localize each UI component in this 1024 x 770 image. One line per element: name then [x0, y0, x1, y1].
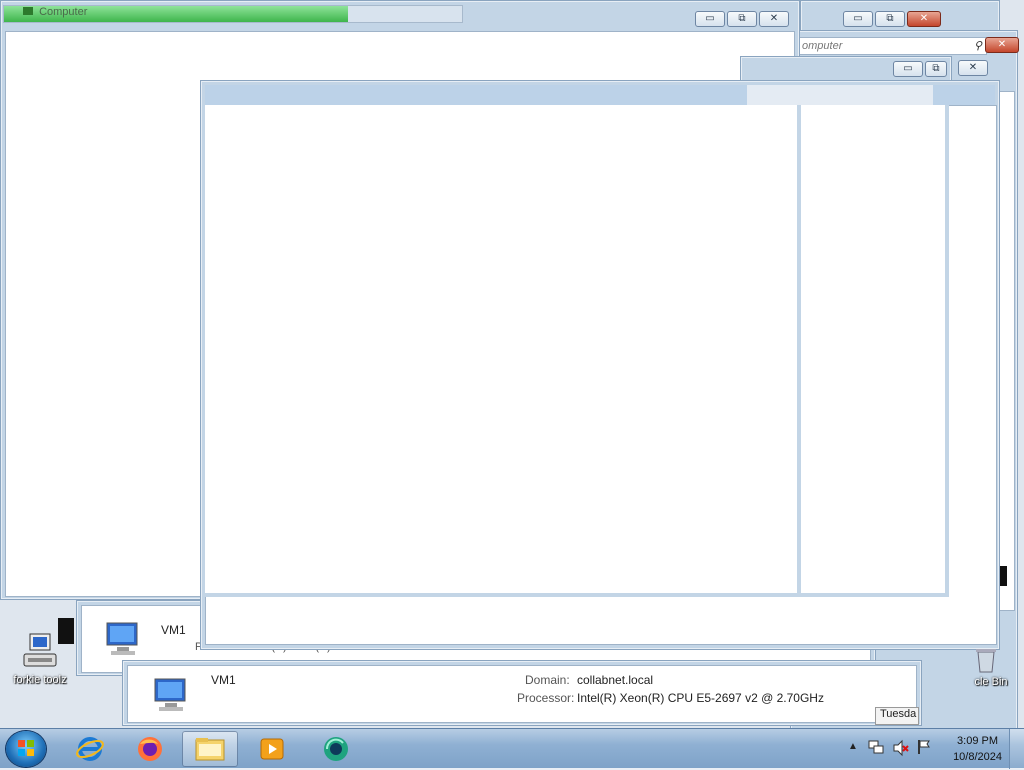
network-icon[interactable]	[868, 739, 884, 755]
black-tile	[58, 618, 74, 644]
window-system-2: VM1 Domain: collabnet.local Processor: I…	[122, 660, 922, 726]
start-button[interactable]	[6, 731, 46, 767]
recycle-bin-icon	[972, 646, 1000, 674]
folder-icon	[195, 738, 225, 761]
taskbar-internet-explorer[interactable]	[62, 731, 118, 767]
minimize-button[interactable]: ▭	[695, 11, 725, 27]
windows-logo-icon	[18, 740, 34, 756]
computer-icon	[103, 621, 143, 657]
date-button[interactable]: Tuesda	[875, 707, 919, 725]
window-controls: ▭ ⧉	[893, 61, 947, 77]
domain-value: collabnet.local	[577, 673, 654, 687]
search-placeholder: omputer	[802, 40, 843, 52]
maximize-button[interactable]: ⧉	[727, 11, 757, 27]
window-front	[200, 80, 1000, 650]
volume-muted-icon[interactable]	[892, 739, 910, 757]
show-desktop-button[interactable]	[1009, 729, 1024, 769]
minimize-button[interactable]: ▭	[843, 11, 873, 27]
internet-explorer-icon	[76, 737, 104, 761]
media-player-icon	[260, 738, 284, 760]
close-button-outer[interactable]: ✕	[958, 60, 992, 76]
close-button[interactable]: ✕	[958, 60, 988, 76]
computer-icon	[151, 677, 191, 713]
minimize-button[interactable]: ▭	[893, 61, 923, 77]
clock[interactable]: 3:09 PM 10/8/2024	[953, 733, 1002, 765]
system-tray: ▲ 3:09 PM 10/8/2024	[824, 729, 1024, 769]
system-item-name: VM1	[161, 623, 186, 637]
close-button[interactable]: ✕	[759, 11, 789, 27]
processor-label: Processor:	[517, 691, 575, 705]
front-right-pane	[801, 105, 949, 597]
clock-time: 3:09 PM	[957, 735, 999, 747]
black-block	[999, 566, 1007, 586]
taskbar-app-sync[interactable]	[308, 731, 364, 767]
front-title-highlight	[747, 85, 933, 105]
search-icon[interactable]: ⚲	[974, 38, 982, 54]
tray-expand-icon[interactable]: ▲	[848, 741, 858, 752]
sync-app-icon	[324, 737, 348, 761]
system-item-name: VM1	[211, 673, 236, 687]
desktop-icon-label: forkie toolz	[13, 674, 67, 686]
domain-label: Domain:	[525, 673, 570, 687]
processor-value: Intel(R) Xeon(R) CPU E5-2697 v2 @ 2.70GH…	[577, 691, 824, 705]
window-title: Computer	[23, 6, 87, 18]
search-bar[interactable]: omputer ⚲	[797, 37, 987, 55]
taskbar-media-player[interactable]	[244, 731, 300, 767]
action-center-flag-icon[interactable]	[916, 739, 932, 755]
close-button[interactable]: ✕	[985, 37, 1019, 53]
desktop-icon-recycle-bin[interactable]: cle Bin	[958, 646, 1024, 688]
window-controls: ▭ ⧉ ✕	[695, 11, 789, 27]
desktop-icon-label: cle Bin	[974, 676, 1008, 688]
maximize-button[interactable]: ⧉	[875, 11, 905, 27]
window-controls: ▭ ⧉ ✕	[843, 11, 941, 27]
firefox-icon	[138, 737, 162, 761]
taskbar-windows-explorer[interactable]	[182, 731, 238, 767]
taskbar-firefox[interactable]	[122, 731, 178, 767]
computer-icon	[20, 632, 60, 672]
taskbar: ▲ 3:09 PM 10/8/2024	[0, 728, 1024, 769]
clock-date: 10/8/2024	[953, 751, 1002, 763]
front-inner-pane	[205, 105, 801, 597]
desktop: ▭ ⧉ ✕ omputer ⚲ ✕ VM1 Processor: Intel(R…	[0, 0, 1024, 730]
close-button[interactable]: ✕	[907, 11, 941, 27]
folder-icon	[23, 7, 33, 15]
maximize-button[interactable]: ⧉	[925, 61, 947, 77]
